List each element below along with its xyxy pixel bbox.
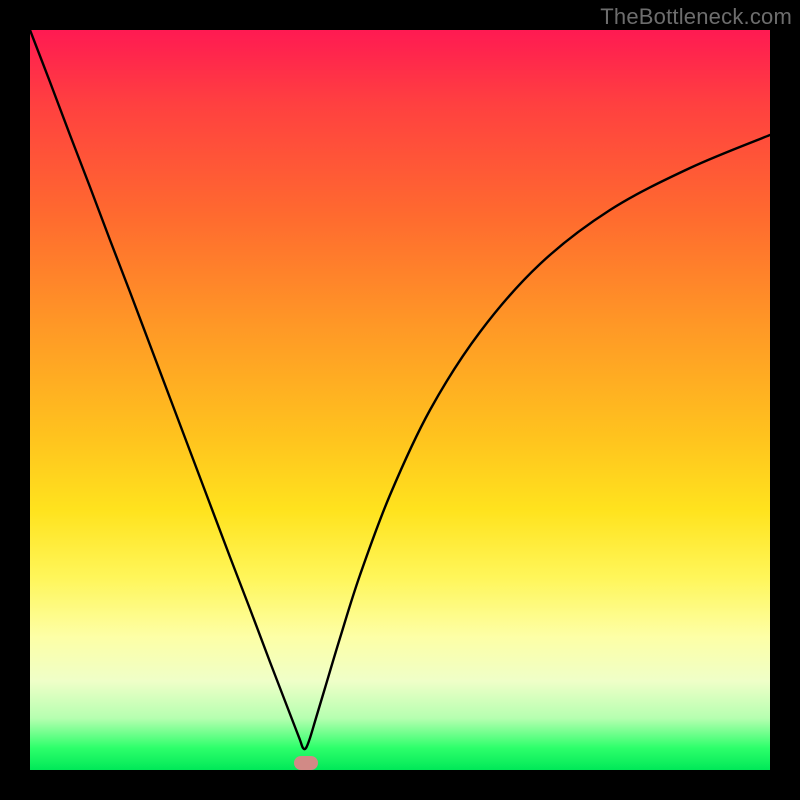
watermark-text: TheBottleneck.com — [600, 4, 792, 30]
gradient-plot-area — [30, 30, 770, 770]
chart-frame: TheBottleneck.com — [0, 0, 800, 800]
bottleneck-curve — [30, 30, 770, 749]
curve-svg — [30, 30, 770, 770]
minimum-marker — [294, 756, 318, 770]
